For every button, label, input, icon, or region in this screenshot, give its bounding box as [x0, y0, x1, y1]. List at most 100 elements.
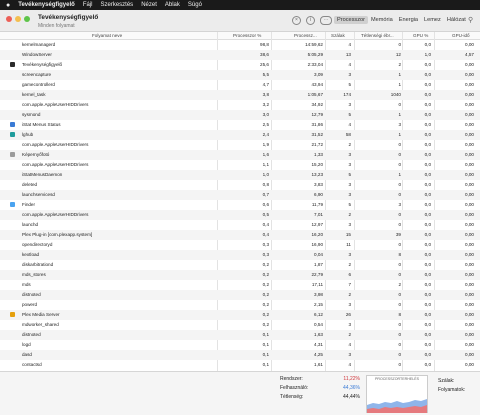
table-row[interactable]: kextload 0,3 0,04 3 8 0,0 0,00	[0, 250, 480, 260]
process-name: logd	[22, 342, 31, 347]
table-row[interactable]: com.apple.AppleUserHIDDrivers 1,1 15,20 3 0 0…	[0, 160, 480, 170]
tab-disk[interactable]: Lemez	[421, 16, 444, 24]
col-cpu-percent[interactable]: Processzor %	[233, 33, 261, 38]
gpu-percent: 0,0	[424, 302, 431, 307]
table-row[interactable]: Tevékenységfigyelő 25,6 2:33,04 4 2 0,0 0,00	[0, 60, 480, 70]
gpu-time: 0,00	[465, 212, 474, 217]
menu-edit[interactable]: Szerkesztés	[101, 2, 134, 8]
table-row[interactable]: opendirectoryd 0,3 16,90 11 0 0,0 0,00	[0, 240, 480, 250]
cpu-percent: 0,6	[262, 202, 269, 207]
table-row[interactable]: iStat Menus Status 2,5 31,86 4 3 0,0 0,00	[0, 120, 480, 130]
table-row[interactable]: lghub 2,4 31,52 58 1 0,0 0,00	[0, 130, 480, 140]
gpu-percent: 0,0	[424, 122, 431, 127]
thread-process-stats: Szálak: Folyamatok:	[438, 378, 478, 396]
table-row[interactable]: Plex Media Server 0,2 6,12 26 8 0,0 0,00	[0, 310, 480, 320]
idle-wakeups: 8	[398, 312, 401, 317]
table-row[interactable]: logd 0,1 4,31 4 0 0,0 0,00	[0, 340, 480, 350]
idle-wakeups: 0	[398, 182, 401, 187]
threads: 3	[348, 182, 351, 187]
zoom-button[interactable]	[24, 16, 30, 22]
menu-window[interactable]: Ablak	[165, 2, 180, 8]
table-row[interactable]: gamecontrollerd 4,7 43,94 5 1 0,0 0,00	[0, 80, 480, 90]
cpu-percent: 25,6	[260, 62, 269, 67]
table-row[interactable]: mds_stores 0,2 22,79 6 0 0,0 0,00	[0, 270, 480, 280]
table-row[interactable]: mds 0,2 17,11 7 2 0,0 0,00	[0, 280, 480, 290]
tab-cpu[interactable]: Processzor	[334, 16, 368, 24]
more-options-icon[interactable]: ⋯	[320, 16, 332, 25]
table-row[interactable]: kernel_task 3,8 1:05,67 174 1040 0,0 0,00	[0, 90, 480, 100]
table-row[interactable]: kernelmanagerd 98,8 14:59,62 4 0 0,0 0,00	[0, 40, 480, 50]
table-row[interactable]: launchd 0,4 12,97 3 0 0,0 0,00	[0, 220, 480, 230]
tab-memory[interactable]: Memória	[368, 16, 396, 24]
gpu-time: 0,00	[465, 172, 474, 177]
table-row[interactable]: Finder 0,6 11,79 5 3 0,0 0,00	[0, 200, 480, 210]
idle-wakeups: 0	[398, 152, 401, 157]
cpu-percent: 0,3	[262, 252, 269, 257]
cpu-time: 13,23	[311, 172, 324, 177]
table-row[interactable]: mdworker_shared 0,2 0,54 3 0 0,0 0,00	[0, 320, 480, 330]
cpu-time: 21,72	[311, 142, 324, 147]
stop-process-icon[interactable]: ×	[292, 16, 301, 25]
cpu-percent: 0,5	[262, 212, 269, 217]
table-row[interactable]: contactsd 0,1 1,61 4 0 0,0 0,00	[0, 360, 480, 370]
minimize-button[interactable]	[15, 16, 21, 22]
table-row[interactable]: dasd 0,1 4,25 3 0 0,0 0,00	[0, 350, 480, 360]
tab-energy[interactable]: Energia	[396, 16, 421, 24]
table-row[interactable]: powerd 0,2 2,15 3 0 0,0 0,00	[0, 300, 480, 310]
gpu-percent: 0,0	[424, 232, 431, 237]
cpu-time: 3,83	[314, 182, 323, 187]
gpu-percent: 0,0	[424, 322, 431, 327]
process-name: opendirectoryd	[22, 242, 53, 247]
gpu-time: 0,00	[465, 192, 474, 197]
apple-icon[interactable]: ●	[6, 2, 10, 9]
gpu-percent: 0,0	[424, 222, 431, 227]
process-name: Tevékenységfigyelő	[22, 62, 63, 67]
process-name: deleted	[22, 182, 38, 187]
table-row[interactable]: iStatMenusDaemon 1,0 13,23 5 1 0,0 0,00	[0, 170, 480, 180]
table-row[interactable]: deleted 0,8 3,83 3 0 0,0 0,00	[0, 180, 480, 190]
tab-network[interactable]: Hálózat	[444, 16, 469, 24]
process-name: distnoted	[22, 332, 41, 337]
table-row[interactable]: diskarbitrationd 0,2 1,87 2 0 0,0 0,00	[0, 260, 480, 270]
info-icon[interactable]: i	[306, 16, 315, 25]
gpu-percent: 0,0	[424, 212, 431, 217]
process-name: com.apple.AppleUserHIDDrivers	[22, 102, 89, 107]
table-row[interactable]: com.apple.AppleUserHIDDrivers 0,5 7,01 2 0 0,…	[0, 210, 480, 220]
menu-help[interactable]: Súgó	[188, 2, 202, 8]
cpu-percent: 0,2	[262, 312, 269, 317]
gpu-percent: 0,0	[424, 82, 431, 87]
menu-view[interactable]: Nézet	[141, 2, 157, 8]
system-label: Rendszer:	[280, 376, 303, 382]
table-row[interactable]: Képernyőfotó 1,6 1,33 3 0 0,0 0,00	[0, 150, 480, 160]
table-row[interactable]: launchservicesd 0,7 6,90 3 0 0,0 0,00	[0, 190, 480, 200]
gpu-time: 0,00	[465, 342, 474, 347]
col-process-name[interactable]: Folyamat neve	[92, 33, 122, 38]
table-row[interactable]: com.apple.AppleUserHIDDrivers 1,9 21,72 2 0 0…	[0, 140, 480, 150]
table-row[interactable]: WindowServer 38,6 5:05,29 13 12 1,0 4,57	[0, 50, 480, 60]
table-row[interactable]: sysmond 3,0 12,79 5 1 0,0 0,00	[0, 110, 480, 120]
col-gpu-time[interactable]: GPU-idő	[452, 33, 470, 38]
menu-app-name[interactable]: Tevékenységfigyelő	[18, 2, 75, 8]
gpu-time: 0,00	[465, 132, 474, 137]
col-gpu-percent[interactable]: GPU %	[413, 33, 428, 38]
col-cpu-time[interactable]: Processz...	[294, 33, 317, 38]
threads: 2	[348, 262, 351, 267]
col-idle-wakeups[interactable]: Tétlenségi ébr...	[361, 33, 394, 38]
menu-file[interactable]: Fájl	[83, 2, 93, 8]
table-row[interactable]: screencapture 5,5 3,09 3 1 0,0 0,00	[0, 70, 480, 80]
search-icon[interactable]: ⚲	[468, 16, 473, 24]
close-button[interactable]	[6, 16, 12, 22]
table-row[interactable]: com.apple.AppleUserHIDDrivers 3,2 34,92 3 0 0…	[0, 100, 480, 110]
cpu-percent: 4,7	[262, 82, 269, 87]
table-row[interactable]: Plex Plug-in [com.plexapp.system] 0,4 16,2…	[0, 230, 480, 240]
idle-wakeups: 0	[398, 362, 401, 367]
table-row[interactable]: distnoted 0,1 1,63 2 0 0,0 0,00	[0, 330, 480, 340]
col-threads[interactable]: Szálak	[331, 33, 345, 38]
threads: 3	[348, 72, 351, 77]
cpu-percent: 0,7	[262, 192, 269, 197]
cpu-percent: 0,1	[262, 342, 269, 347]
table-row[interactable]: distnoted 0,2 3,98 2 0 0,0 0,00	[0, 290, 480, 300]
cpu-percent: 0,1	[262, 352, 269, 357]
cpu-time: 16,20	[311, 232, 324, 237]
process-name: screencapture	[22, 72, 52, 77]
